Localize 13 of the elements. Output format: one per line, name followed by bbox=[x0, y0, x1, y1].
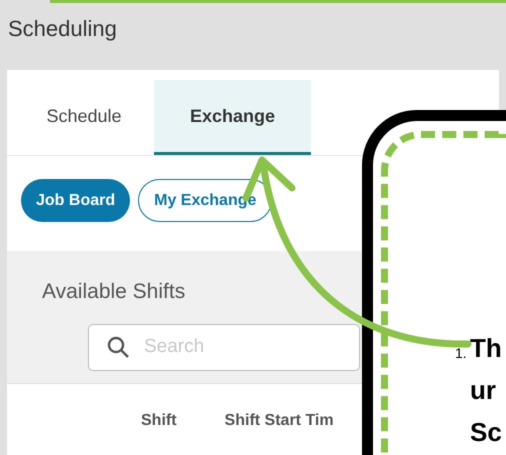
column-header: Shift Start Tim bbox=[224, 411, 334, 431]
tab[interactable]: Exchange bbox=[154, 80, 311, 155]
tab[interactable]: Schedule bbox=[14, 80, 154, 155]
section-title: Available Shifts bbox=[42, 279, 186, 305]
toggle-button[interactable]: My Exchange bbox=[138, 179, 272, 222]
list-marker: 1. bbox=[455, 344, 467, 363]
callout-text: Th bbox=[470, 332, 502, 364]
toggle-button[interactable]: Job Board bbox=[21, 179, 130, 222]
callout-text: Sc bbox=[470, 416, 502, 448]
callout-text: ur bbox=[470, 374, 496, 406]
search-icon bbox=[106, 334, 130, 358]
page-title: Scheduling bbox=[8, 15, 118, 43]
column-header: Shift bbox=[141, 411, 177, 431]
